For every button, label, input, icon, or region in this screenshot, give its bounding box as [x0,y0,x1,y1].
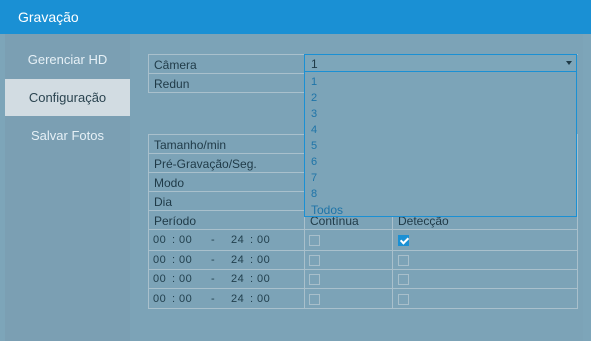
end-minute[interactable]: 00 [257,273,270,285]
sidebar-item-label: Gerenciar HD [27,52,108,67]
continuous-checkbox[interactable] [309,235,320,246]
time-separator: - [211,254,216,266]
day-label: Dia [154,195,173,209]
size-label: Tamanho/min [154,138,227,152]
start-hour[interactable]: 00 [153,293,166,305]
sidebar: Gerenciar HD Configuração Salvar Fotos [5,34,130,341]
time-separator: - [211,293,216,305]
camera-select-value: 1 [311,57,318,71]
sidebar-item-label: Salvar Fotos [31,128,104,143]
sidebar-item-save-photos[interactable]: Salvar Fotos [5,117,130,154]
start-hour[interactable]: 00 [153,234,166,246]
divider [148,134,149,308]
time-colon: : [172,273,176,285]
period-label: Período [154,214,197,228]
start-minute[interactable]: 00 [179,234,192,246]
dropdown-option[interactable]: 5 [311,140,317,152]
mode-label: Modo [154,176,185,190]
time-colon: : [250,254,254,266]
detection-checkbox[interactable] [398,235,409,246]
time-colon: : [172,234,176,246]
detection-checkbox[interactable] [398,274,409,285]
detection-checkbox[interactable] [398,294,409,305]
end-minute[interactable]: 00 [257,293,270,305]
sidebar-item-label: Configuração [28,90,107,105]
detection-checkbox[interactable] [398,255,409,266]
dropdown-option[interactable]: 4 [311,124,317,136]
prerecord-label: Pré-Gravação/Seg. [154,157,257,171]
sidebar-item-configuration[interactable]: Configuração [5,79,130,116]
start-hour[interactable]: 00 [153,254,166,266]
time-separator: - [211,234,216,246]
divider [148,288,578,289]
time-colon: : [250,273,254,285]
start-minute[interactable]: 00 [179,273,192,285]
dropdown-option[interactable]: 6 [311,156,317,168]
continuous-checkbox[interactable] [309,255,320,266]
end-hour[interactable]: 24 [231,234,244,246]
dropdown-option[interactable]: 2 [311,92,317,104]
divider [148,308,578,309]
start-minute[interactable]: 00 [179,293,192,305]
camera-dropdown-list: 1 2 3 4 5 6 7 8 Todos [304,72,577,217]
divider [148,250,578,251]
time-colon: : [172,293,176,305]
divider [148,229,578,230]
camera-label: Câmera [154,58,197,72]
dropdown-option[interactable]: Todos [311,203,343,217]
end-minute[interactable]: 00 [257,254,270,266]
start-hour[interactable]: 00 [153,273,166,285]
divider [148,54,149,93]
dropdown-option[interactable]: 8 [311,188,317,200]
end-hour[interactable]: 24 [231,254,244,266]
window-title: Gravação [18,9,79,25]
end-hour[interactable]: 24 [231,273,244,285]
end-hour[interactable]: 24 [231,293,244,305]
end-minute[interactable]: 00 [257,234,270,246]
start-minute[interactable]: 00 [179,254,192,266]
camera-select[interactable]: 1 [304,54,577,72]
dropdown-option[interactable]: 3 [311,108,317,120]
sidebar-item-manage-hd[interactable]: Gerenciar HD [5,41,130,78]
divider [148,92,304,93]
divider [148,269,578,270]
redun-label: Redun [154,77,190,91]
divider [148,73,304,74]
dropdown-option[interactable]: 7 [311,172,317,184]
continuous-checkbox[interactable] [309,294,320,305]
chevron-down-icon [566,61,572,65]
title-bar: Gravação [0,0,591,34]
time-colon: : [250,293,254,305]
time-separator: - [211,273,216,285]
time-colon: : [172,254,176,266]
divider [577,134,578,308]
continuous-checkbox[interactable] [309,274,320,285]
time-colon: : [250,234,254,246]
dropdown-option[interactable]: 1 [311,76,317,88]
